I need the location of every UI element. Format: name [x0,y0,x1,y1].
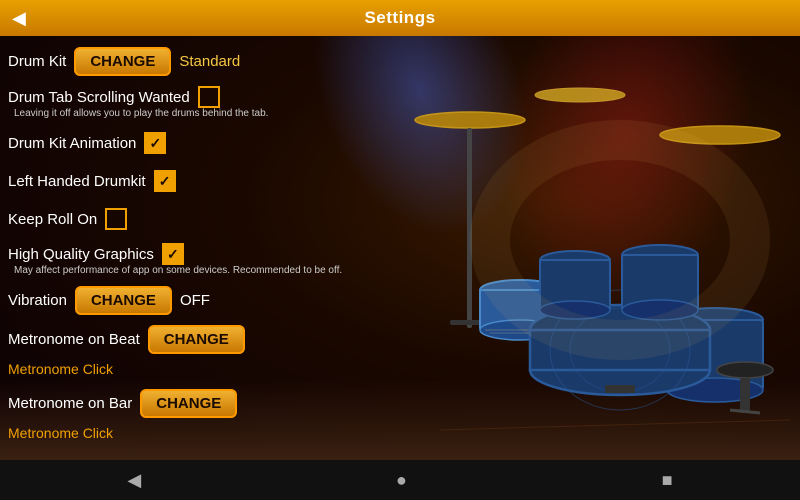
drum-kit-value: Standard [179,53,240,70]
metronome-beat-row: Metronome on Beat CHANGE [8,320,382,359]
left-handed-checkbox[interactable] [154,170,176,192]
drum-tab-scrolling-label: Drum Tab Scrolling Wanted [8,89,190,106]
left-handed-label: Left Handed Drumkit [8,173,146,190]
metronome-beat-link-row: Metronome Click [8,359,382,384]
top-bar: ◀ Settings [0,0,800,36]
nav-home-button[interactable]: ● [376,466,427,495]
nav-home-icon: ● [396,470,407,491]
nav-square-icon: ■ [662,470,673,491]
metronome-bar-change-button[interactable]: CHANGE [140,389,237,418]
metronome-bar-label: Metronome on Bar [8,395,132,412]
drum-tab-scrolling-checkbox[interactable] [198,86,220,108]
high-quality-graphics-row: High Quality Graphics May affect perform… [8,238,382,281]
high-quality-graphics-hint: May affect performance of app on some de… [14,265,342,276]
keep-roll-on-label: Keep Roll On [8,211,97,228]
high-quality-graphics-checkbox[interactable] [162,243,184,265]
drum-kit-label: Drum Kit [8,53,66,70]
settings-panel: Drum Kit CHANGE Standard Drum Tab Scroll… [0,36,390,460]
drum-kit-visual [410,40,790,450]
keep-roll-on-row: Keep Roll On [8,200,382,238]
nav-back-icon: ◀ [127,470,141,491]
nav-back-button[interactable]: ◀ [107,466,161,495]
metronome-bar-link[interactable]: Metronome Click [8,423,113,443]
drum-kit-animation-checkbox[interactable] [144,132,166,154]
metronome-bar-row: Metronome on Bar CHANGE [8,384,382,423]
metronome-beat-label: Metronome on Beat [8,331,140,348]
page-title: Settings [364,8,435,28]
vibration-change-button[interactable]: CHANGE [75,286,172,315]
vibration-value: OFF [180,292,210,309]
drum-kit-animation-row: Drum Kit Animation [8,124,382,162]
metronome-bar-link-row: Metronome Click [8,423,382,448]
bottom-nav: ◀ ● ■ [0,460,800,500]
back-button[interactable]: ◀ [12,8,26,29]
drum-tab-scrolling-row: Drum Tab Scrolling Wanted Leaving it off… [8,81,382,124]
high-quality-graphics-label: High Quality Graphics [8,246,154,263]
metronome-beat-change-button[interactable]: CHANGE [148,325,245,354]
nav-square-button[interactable]: ■ [642,466,693,495]
left-handed-row: Left Handed Drumkit [8,162,382,200]
drum-kit-change-button[interactable]: CHANGE [74,47,171,76]
metronome-beat-link[interactable]: Metronome Click [8,359,113,379]
vibration-label: Vibration [8,292,67,309]
drum-kit-row: Drum Kit CHANGE Standard [8,42,382,81]
keep-roll-on-checkbox[interactable] [105,208,127,230]
back-icon: ◀ [12,8,26,29]
vibration-row: Vibration CHANGE OFF [8,281,382,320]
drum-kit-animation-label: Drum Kit Animation [8,135,136,152]
drum-kit-svg [410,40,790,450]
drum-tab-scrolling-hint: Leaving it off allows you to play the dr… [14,108,268,119]
